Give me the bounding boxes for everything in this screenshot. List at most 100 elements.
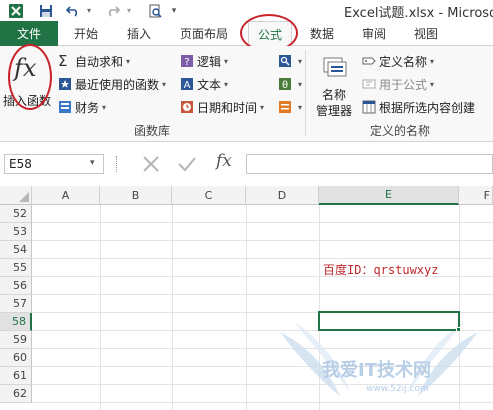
gridline xyxy=(32,258,493,259)
gridline xyxy=(32,402,493,403)
column-header-e[interactable]: E xyxy=(319,186,459,205)
chevron-down-icon: ▾ xyxy=(298,56,303,66)
use-in-formula-icon xyxy=(362,77,376,91)
name-manager-label-line1: 名称 xyxy=(322,88,347,102)
row-header-52[interactable]: 52 xyxy=(0,205,32,223)
worksheet-grid[interactable]: A B C D E F 52 53 54 55 56 57 58 59 60 6… xyxy=(0,186,493,410)
row-header-53[interactable]: 53 xyxy=(0,223,32,241)
redo-icon[interactable] xyxy=(104,2,122,19)
select-all-corner[interactable] xyxy=(0,186,32,205)
row-header-60[interactable]: 60 xyxy=(0,349,32,367)
gridline xyxy=(459,205,460,410)
tab-data[interactable]: 数据 xyxy=(310,25,334,42)
ribbon-formulas: fx 插入函数 Σ 自动求和 ▾ 最近使用的函数 ▾ 财务 ▾ ? 逻辑 ▾ A 文本 ▾… xyxy=(0,44,493,142)
title-bar: ▾ ▾ ▾ Excel试题.xlsx - Microso xyxy=(0,0,493,21)
tab-home[interactable]: 开始 xyxy=(74,25,98,42)
redo-dropdown-icon[interactable]: ▾ xyxy=(124,2,134,19)
insert-function-fx-icon[interactable]: fx xyxy=(216,151,232,171)
chevron-down-icon: ▾ xyxy=(126,56,131,66)
column-header-c[interactable]: C xyxy=(172,186,246,205)
gridline xyxy=(32,384,493,385)
name-manager-label-line2: 管理器 xyxy=(316,104,353,118)
watermark-url: www.52ij.com xyxy=(366,384,429,394)
column-header-b[interactable]: B xyxy=(100,186,172,205)
chevron-down-icon: ▾ xyxy=(298,79,303,89)
math-icon: θ xyxy=(278,77,292,91)
financial-button[interactable]: 财务 ▾ xyxy=(58,98,106,116)
save-icon[interactable] xyxy=(36,2,56,19)
cell-e55[interactable]: 百度ID：qrstuwxyz xyxy=(323,261,438,278)
lookup-reference-button[interactable]: ▾ xyxy=(278,52,302,70)
excel-logo-icon[interactable] xyxy=(4,2,28,19)
column-header-a[interactable]: A xyxy=(32,186,100,205)
enter-check-icon[interactable] xyxy=(176,154,198,177)
chevron-down-icon: ▾ xyxy=(430,56,435,66)
undo-icon[interactable] xyxy=(64,2,82,19)
recently-used-button[interactable]: 最近使用的函数 ▾ xyxy=(58,75,166,93)
chevron-down-icon: ▾ xyxy=(162,79,167,89)
chevron-down-icon: ▾ xyxy=(430,79,435,89)
tab-insert[interactable]: 插入 xyxy=(127,25,151,42)
chevron-down-icon: ▾ xyxy=(102,102,107,112)
fill-handle[interactable] xyxy=(456,327,461,332)
gridline xyxy=(319,205,320,410)
text-button[interactable]: A 文本 ▾ xyxy=(180,75,228,93)
math-trig-button[interactable]: θ ▾ xyxy=(278,75,302,93)
sigma-icon: Σ xyxy=(58,52,68,70)
more-functions-button[interactable]: ▾ xyxy=(278,98,302,116)
name-manager-button[interactable]: 名称 管理器 xyxy=(314,50,358,120)
gridline xyxy=(246,205,247,410)
use-in-formula-button[interactable]: 用于公式 ▾ xyxy=(362,75,434,93)
formula-input[interactable] xyxy=(246,154,493,174)
tab-file[interactable]: 文件 xyxy=(0,21,58,46)
row-header-61[interactable]: 61 xyxy=(0,367,32,385)
lookup-icon xyxy=(278,54,292,68)
logical-button[interactable]: ? 逻辑 ▾ xyxy=(180,52,228,70)
window-title: Excel试题.xlsx - Microso xyxy=(344,6,493,21)
cancel-icon[interactable] xyxy=(140,154,162,177)
gridline xyxy=(32,348,493,349)
svg-text:?: ? xyxy=(184,57,189,68)
row-header-59[interactable]: 59 xyxy=(0,331,32,349)
create-from-selection-icon xyxy=(362,100,376,114)
financial-icon xyxy=(58,100,72,114)
column-header-d[interactable]: D xyxy=(246,186,319,205)
customize-toolbar-icon[interactable]: ▾ xyxy=(168,2,180,19)
insert-function-annotation-ring xyxy=(8,44,52,110)
define-name-button[interactable]: 定义名称 ▾ xyxy=(362,52,434,70)
formula-bar-splitter[interactable] xyxy=(116,156,118,172)
row-header-58[interactable]: 58 xyxy=(0,313,32,331)
date-time-button[interactable]: 日期和时间 ▾ xyxy=(180,98,264,116)
autosum-button[interactable]: Σ 自动求和 ▾ xyxy=(58,52,130,70)
chevron-down-icon: ▾ xyxy=(224,56,229,66)
defined-names-group-label: 定义的名称 xyxy=(370,124,431,138)
column-header-f[interactable]: F xyxy=(459,186,493,205)
row-header-57[interactable]: 57 xyxy=(0,295,32,313)
chevron-down-icon: ▾ xyxy=(298,102,303,112)
text-icon: A xyxy=(180,77,194,91)
row-header-55[interactable]: 55 xyxy=(0,259,32,277)
more-functions-icon xyxy=(278,100,292,114)
gridline xyxy=(32,366,493,367)
tab-view[interactable]: 视图 xyxy=(414,25,438,42)
row-header-56[interactable]: 56 xyxy=(0,277,32,295)
name-box-dropdown-icon[interactable]: ▾ xyxy=(90,158,95,168)
tab-review[interactable]: 审阅 xyxy=(362,25,386,42)
chevron-down-icon: ▾ xyxy=(224,79,229,89)
print-preview-icon[interactable] xyxy=(146,2,164,19)
star-book-icon xyxy=(58,77,72,91)
create-from-selection-button[interactable]: 根据所选内容创建 xyxy=(362,98,475,116)
undo-dropdown-icon[interactable]: ▾ xyxy=(84,2,94,19)
gridline xyxy=(172,205,173,410)
tag-icon xyxy=(362,54,376,68)
svg-text:A: A xyxy=(184,80,191,91)
tab-page-layout[interactable]: 页面布局 xyxy=(180,25,228,42)
gridline xyxy=(32,294,493,295)
row-header-54[interactable]: 54 xyxy=(0,241,32,259)
chevron-down-icon: ▾ xyxy=(260,102,265,112)
row-header-62[interactable]: 62 xyxy=(0,385,32,403)
name-box[interactable]: E58 xyxy=(4,154,104,174)
svg-text:θ: θ xyxy=(282,80,288,91)
gridline xyxy=(100,205,101,410)
selected-cell-e58[interactable] xyxy=(318,311,460,331)
